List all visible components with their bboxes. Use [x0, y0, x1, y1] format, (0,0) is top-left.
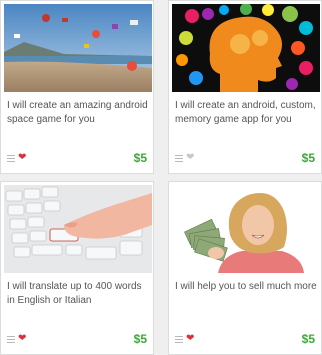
heart-icon[interactable]: ❤	[18, 153, 26, 163]
brain-icons-image	[172, 4, 320, 92]
heart-icon[interactable]: ❤	[18, 334, 26, 344]
menu-icon[interactable]	[7, 154, 15, 162]
gig-footer: ❤ $5	[175, 151, 315, 165]
menu-icon[interactable]	[175, 154, 183, 162]
gig-card[interactable]: I will translate up to 400 words in Engl…	[0, 181, 154, 355]
gig-price: $5	[301, 151, 315, 165]
gig-title[interactable]: I will help you to sell much more	[175, 280, 319, 294]
woman-cash-image	[172, 185, 320, 273]
menu-icon[interactable]	[175, 335, 183, 343]
gig-price: $5	[133, 332, 147, 346]
gig-thumbnail[interactable]	[172, 185, 320, 273]
gig-card[interactable]: I will create an amazing android space g…	[0, 0, 154, 174]
gig-thumbnail[interactable]	[4, 185, 152, 273]
gig-thumbnail[interactable]	[4, 4, 152, 92]
gig-title[interactable]: I will create an amazing android space g…	[7, 99, 151, 127]
gig-footer: ❤ $5	[7, 151, 147, 165]
gig-price: $5	[301, 332, 315, 346]
gig-card[interactable]: I will help you to sell much more ❤ $5	[168, 181, 322, 355]
gig-footer: ❤ $5	[7, 332, 147, 346]
gig-title[interactable]: I will translate up to 400 words in Engl…	[7, 280, 151, 308]
gig-thumbnail[interactable]	[172, 4, 320, 92]
gig-grid: I will create an amazing android space g…	[0, 0, 322, 355]
heart-icon[interactable]: ❤	[186, 153, 194, 163]
keyboard-image	[4, 185, 152, 273]
heart-icon[interactable]: ❤	[186, 334, 194, 344]
menu-icon[interactable]	[7, 335, 15, 343]
gig-card[interactable]: I will create an android, custom, memory…	[168, 0, 322, 174]
gig-footer: ❤ $5	[175, 332, 315, 346]
beach-sky-image	[4, 4, 152, 92]
gig-title[interactable]: I will create an android, custom, memory…	[175, 99, 319, 127]
gig-price: $5	[133, 151, 147, 165]
